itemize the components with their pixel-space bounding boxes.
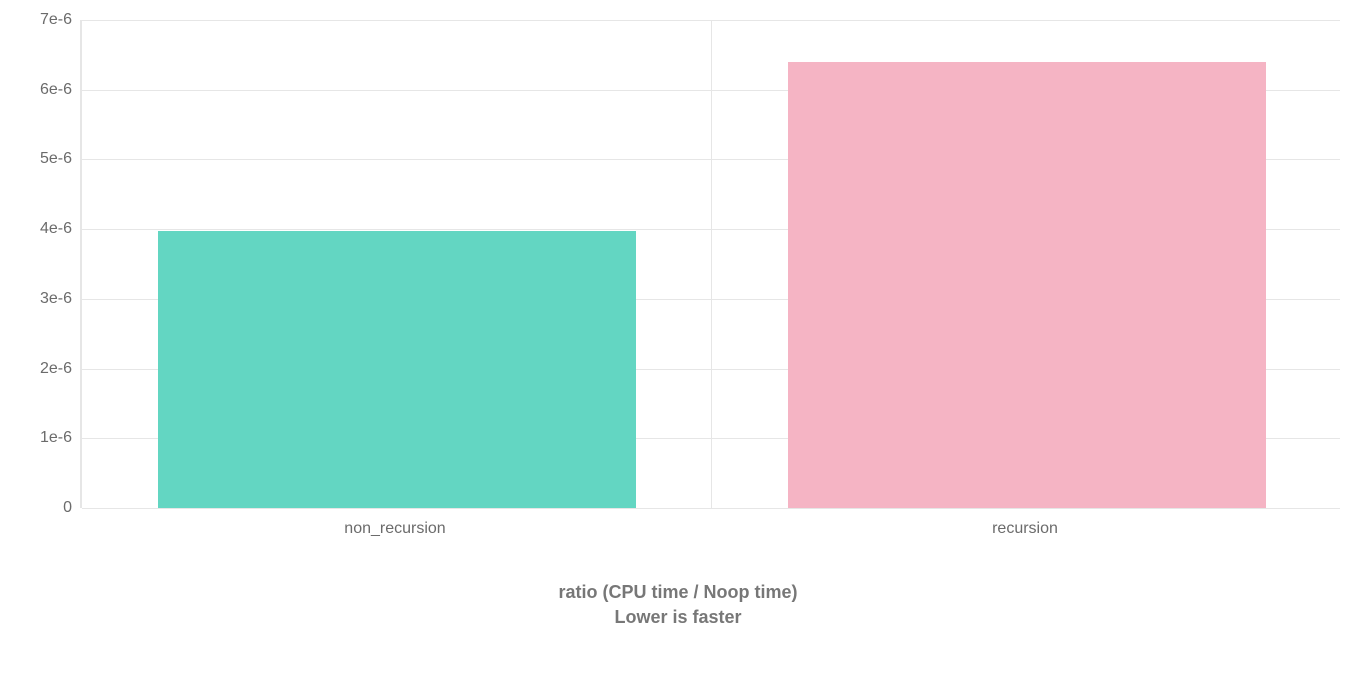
gridline (82, 508, 1340, 509)
center-gridline (711, 20, 712, 508)
caption-line-2: Lower is faster (0, 605, 1356, 630)
bar-non_recursion (158, 231, 637, 508)
gridline (82, 20, 1340, 21)
y-tick-label: 5e-6 (12, 150, 72, 168)
caption-line-1: ratio (CPU time / Noop time) (0, 580, 1356, 605)
y-tick-label: 0 (12, 499, 72, 517)
y-tick-label: 4e-6 (12, 220, 72, 238)
x-tick-label: recursion (992, 520, 1058, 538)
bar-recursion (788, 62, 1267, 508)
plot-area (80, 20, 1340, 508)
y-tick-label: 6e-6 (12, 81, 72, 99)
y-tick-label: 1e-6 (12, 429, 72, 447)
y-tick-label: 2e-6 (12, 360, 72, 378)
chart-caption: ratio (CPU time / Noop time) Lower is fa… (0, 580, 1356, 630)
x-tick-label: non_recursion (344, 520, 445, 538)
y-tick-label: 3e-6 (12, 290, 72, 308)
chart-container: ratio (CPU time / Noop time) Lower is fa… (0, 0, 1356, 678)
y-tick-label: 7e-6 (12, 11, 72, 29)
